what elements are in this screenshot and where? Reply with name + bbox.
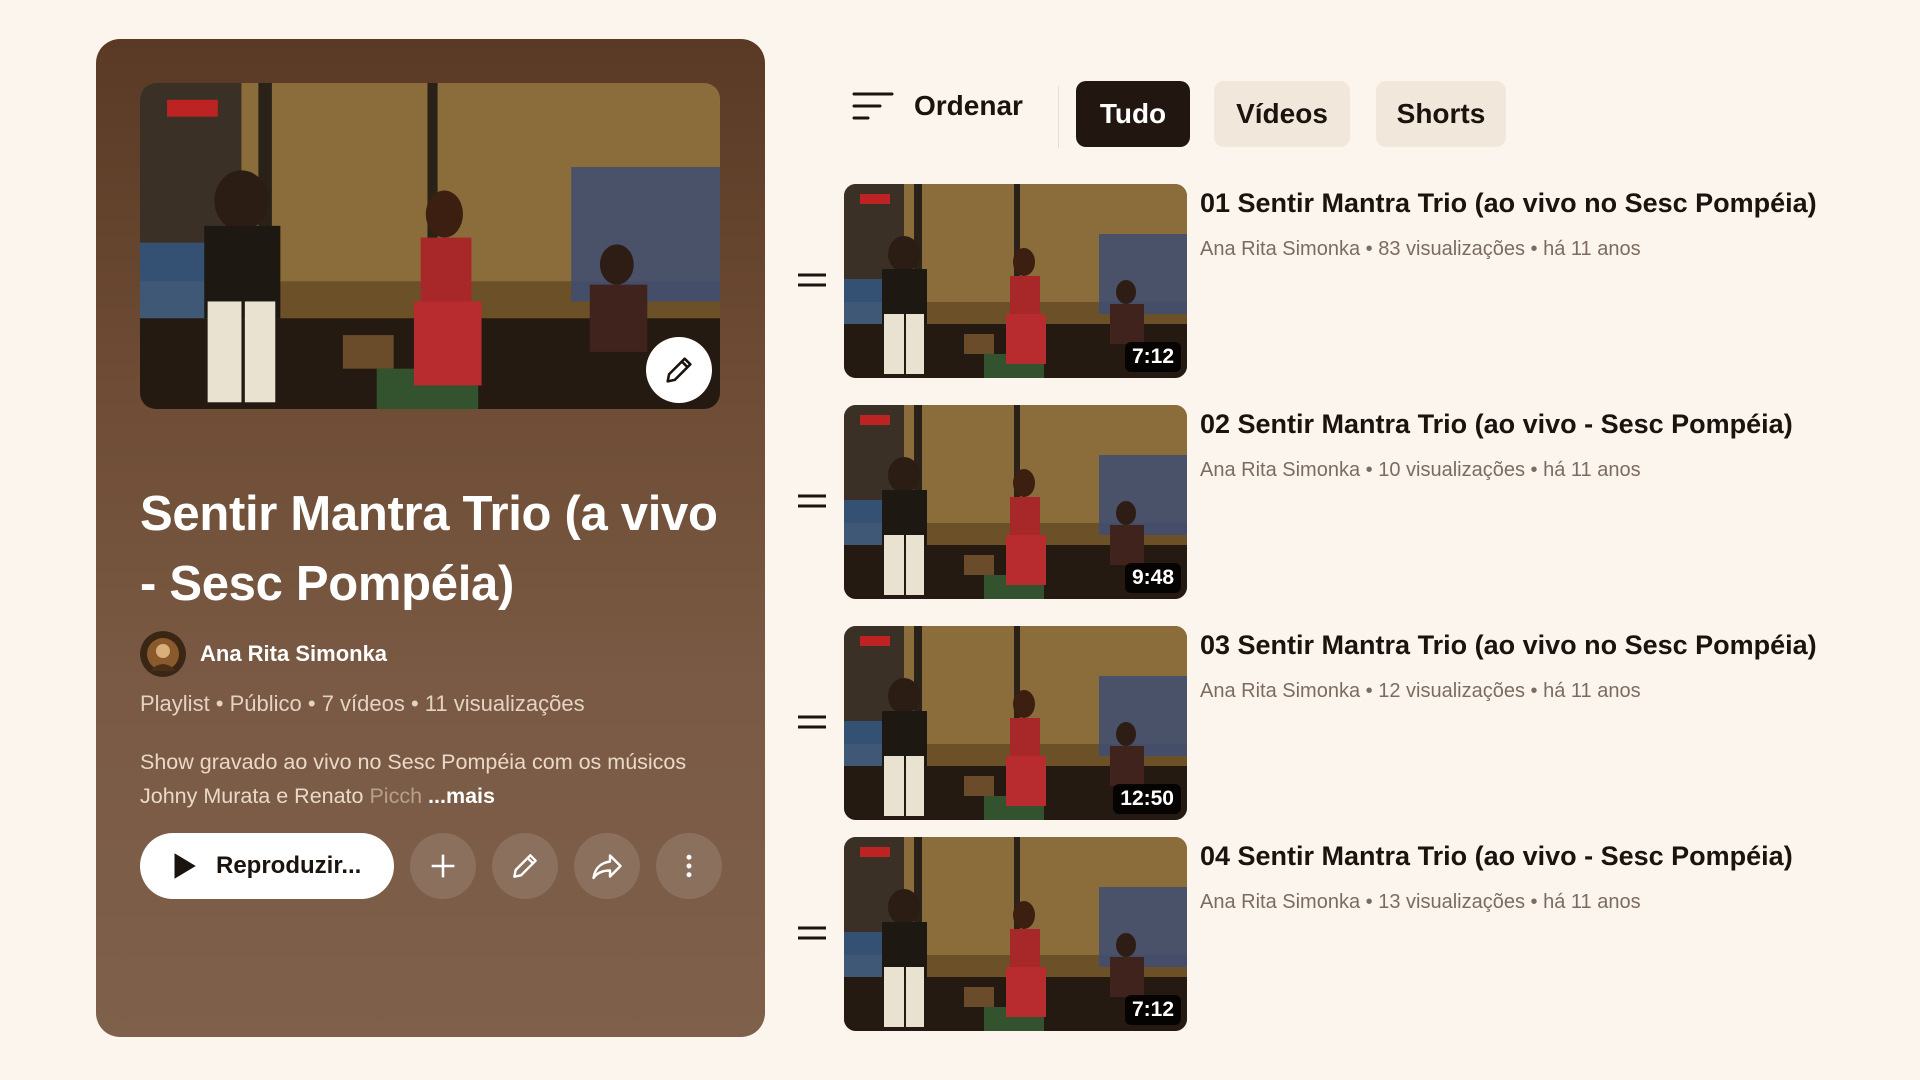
- video-title[interactable]: 02 Sentir Mantra Trio (ao vivo - Sesc Po…: [1200, 409, 1900, 440]
- playlist-title: Sentir Mantra Trio (a vivo - Sesc Pompéi…: [140, 487, 718, 611]
- video-age: há 11 anos: [1543, 680, 1641, 702]
- description-faded-text: Picch: [369, 784, 423, 808]
- duration-badge: 7:12: [1124, 342, 1181, 372]
- share-arrow-icon: [592, 854, 622, 880]
- list-item[interactable]: 7:12 01 Sentir Mantra Trio (ao vivo no S…: [796, 184, 1896, 378]
- video-meta: Ana Rita Simonka • 83 visualizações • há…: [1200, 238, 1641, 260]
- chip-shorts[interactable]: Shorts: [1376, 81, 1506, 147]
- video-thumbnail[interactable]: 12:50: [844, 626, 1187, 820]
- list-item[interactable]: 7:12 04 Sentir Mantra Trio (ao vivo - Se…: [796, 837, 1896, 1031]
- sort-label: Ordenar: [914, 90, 1023, 121]
- pencil-icon: [509, 850, 541, 882]
- video-channel[interactable]: Ana Rita Simonka: [1200, 891, 1360, 913]
- channel-name: Ana Rita Simonka: [200, 641, 388, 666]
- play-all-label: Reproduzir...: [216, 852, 362, 879]
- chip-videos[interactable]: Vídeos: [1214, 81, 1350, 147]
- list-item[interactable]: 12:50 03 Sentir Mantra Trio (ao vivo no …: [796, 626, 1896, 820]
- video-meta: Ana Rita Simonka • 10 visualizações • há…: [1200, 459, 1641, 481]
- sort-lines-icon: [852, 92, 894, 120]
- pencil-icon: [662, 353, 696, 387]
- edit-playlist-button[interactable]: [492, 833, 558, 899]
- add-to-playlist-button[interactable]: [410, 833, 476, 899]
- video-meta: Ana Rita Simonka • 13 visualizações • há…: [1200, 891, 1641, 913]
- edit-thumbnail-button[interactable]: [646, 337, 712, 403]
- avatar: [140, 631, 186, 677]
- playlist-description[interactable]: Show gravado ao vivo no Sesc Pompéia com…: [140, 745, 720, 813]
- vertical-dots-icon: [686, 854, 692, 878]
- video-age: há 11 anos: [1543, 459, 1641, 481]
- drag-handle-icon[interactable]: [796, 711, 828, 733]
- video-views: 83 visualizações: [1378, 238, 1525, 260]
- play-all-button[interactable]: Reproduzir...: [140, 833, 394, 899]
- video-thumbnail[interactable]: 9:48: [844, 405, 1187, 599]
- drag-handle-icon[interactable]: [796, 490, 828, 512]
- share-button[interactable]: [574, 833, 640, 899]
- more-options-button[interactable]: [656, 833, 722, 899]
- drag-handle-icon[interactable]: [796, 922, 828, 944]
- playlist-meta: Playlist • Público • 7 vídeos • 11 visua…: [140, 691, 585, 716]
- playlist-header-panel: Sentir Mantra Trio (a vivo - Sesc Pompéi…: [96, 39, 765, 1037]
- video-thumbnail[interactable]: 7:12: [844, 184, 1187, 378]
- chip-all[interactable]: Tudo: [1076, 81, 1190, 147]
- playlist-cover-thumbnail[interactable]: [140, 83, 720, 409]
- filter-divider: [1058, 86, 1059, 148]
- playlist-actions: Reproduzir...: [140, 833, 722, 899]
- video-views: 13 visualizações: [1378, 891, 1525, 913]
- list-item[interactable]: 9:48 02 Sentir Mantra Trio (ao vivo - Se…: [796, 405, 1896, 599]
- duration-badge: 7:12: [1124, 995, 1181, 1025]
- duration-badge: 9:48: [1124, 563, 1181, 593]
- video-channel[interactable]: Ana Rita Simonka: [1200, 680, 1360, 702]
- channel-link[interactable]: Ana Rita Simonka: [140, 631, 387, 677]
- duration-badge: 12:50: [1113, 784, 1181, 814]
- video-channel[interactable]: Ana Rita Simonka: [1200, 459, 1360, 481]
- plus-icon: [431, 854, 455, 878]
- video-thumbnail[interactable]: 7:12: [844, 837, 1187, 1031]
- drag-handle-icon[interactable]: [796, 269, 828, 291]
- play-triangle-icon: [174, 853, 196, 879]
- video-channel[interactable]: Ana Rita Simonka: [1200, 238, 1360, 260]
- sort-button[interactable]: Ordenar: [852, 90, 1023, 122]
- video-views: 12 visualizações: [1378, 680, 1525, 702]
- video-title[interactable]: 01 Sentir Mantra Trio (ao vivo no Sesc P…: [1200, 188, 1900, 219]
- description-more-link[interactable]: ...mais: [428, 784, 495, 808]
- video-age: há 11 anos: [1543, 891, 1641, 913]
- video-meta: Ana Rita Simonka • 12 visualizações • há…: [1200, 680, 1641, 702]
- video-views: 10 visualizações: [1378, 459, 1525, 481]
- video-title[interactable]: 04 Sentir Mantra Trio (ao vivo - Sesc Po…: [1200, 841, 1900, 872]
- video-age: há 11 anos: [1543, 238, 1641, 260]
- video-title[interactable]: 03 Sentir Mantra Trio (ao vivo no Sesc P…: [1200, 630, 1900, 661]
